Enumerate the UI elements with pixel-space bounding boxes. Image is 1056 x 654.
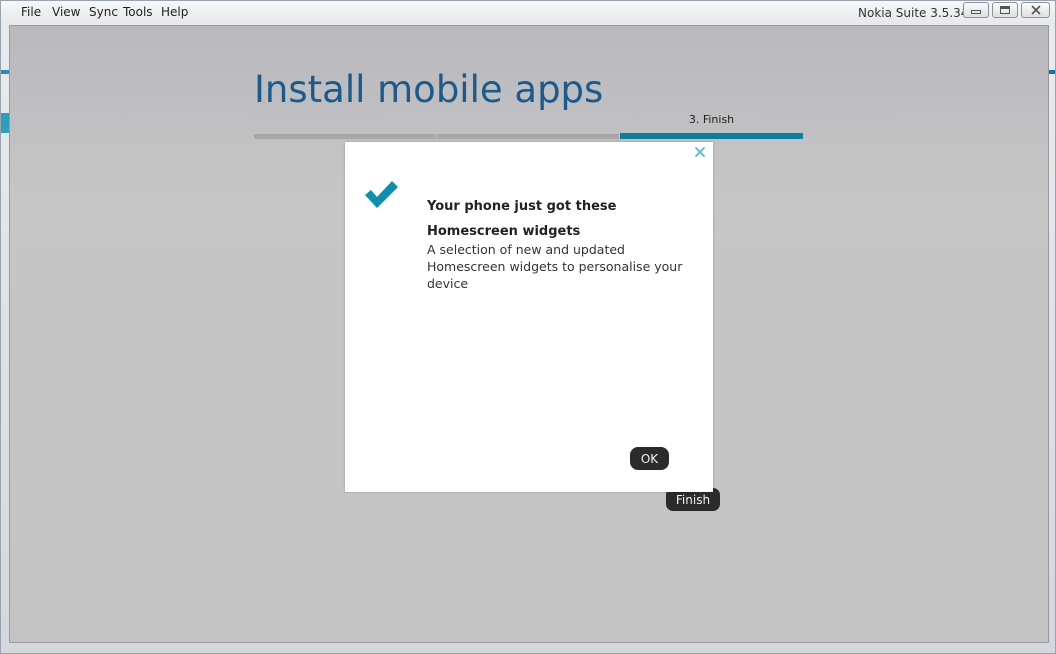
left-accent-tab [1, 113, 9, 133]
step-1-bar [254, 134, 436, 139]
close-icon [694, 146, 706, 158]
step-3-bar [620, 133, 803, 139]
minimize-button[interactable] [963, 2, 989, 18]
menu-view[interactable]: View [52, 5, 80, 19]
left-accent-strip [1, 70, 9, 74]
window-title: Nokia Suite 3.5.34 [858, 6, 969, 20]
close-icon [1030, 5, 1041, 15]
step-2-bar [437, 134, 619, 139]
menu-bar: File View Sync Tools Help Nokia Suite 3.… [1, 1, 1055, 24]
dialog-heading: Your phone just got these [427, 199, 617, 214]
step-3-label: 3. Finish [688, 113, 735, 126]
page-title: Install mobile apps [254, 68, 604, 111]
minimize-icon [971, 10, 981, 14]
menu-sync[interactable]: Sync [89, 5, 118, 19]
menu-tools-label: Tools [123, 5, 153, 19]
close-window-button[interactable] [1021, 2, 1050, 18]
checkmark-icon [365, 181, 398, 208]
menu-help-label: Help [161, 5, 189, 19]
menu-tools[interactable]: Tools [123, 5, 153, 19]
menu-help[interactable]: Help [161, 5, 188, 19]
menu-sync-label: Sync [89, 5, 118, 19]
dialog-close-button[interactable] [693, 146, 707, 160]
item-title: Homescreen widgets [427, 224, 581, 239]
maximize-icon [1000, 6, 1010, 14]
maximize-button[interactable] [992, 2, 1018, 18]
install-complete-dialog: Your phone just got these Homescreen wid… [345, 142, 713, 492]
ok-button[interactable]: OK [630, 447, 669, 470]
menu-view-label: View [52, 5, 81, 19]
app-window: File View Sync Tools Help Nokia Suite 3.… [0, 0, 1056, 654]
item-description: A selection of new and updated Homescree… [427, 242, 683, 291]
menu-file-label: File [21, 5, 42, 19]
menu-file[interactable]: File [21, 5, 41, 19]
